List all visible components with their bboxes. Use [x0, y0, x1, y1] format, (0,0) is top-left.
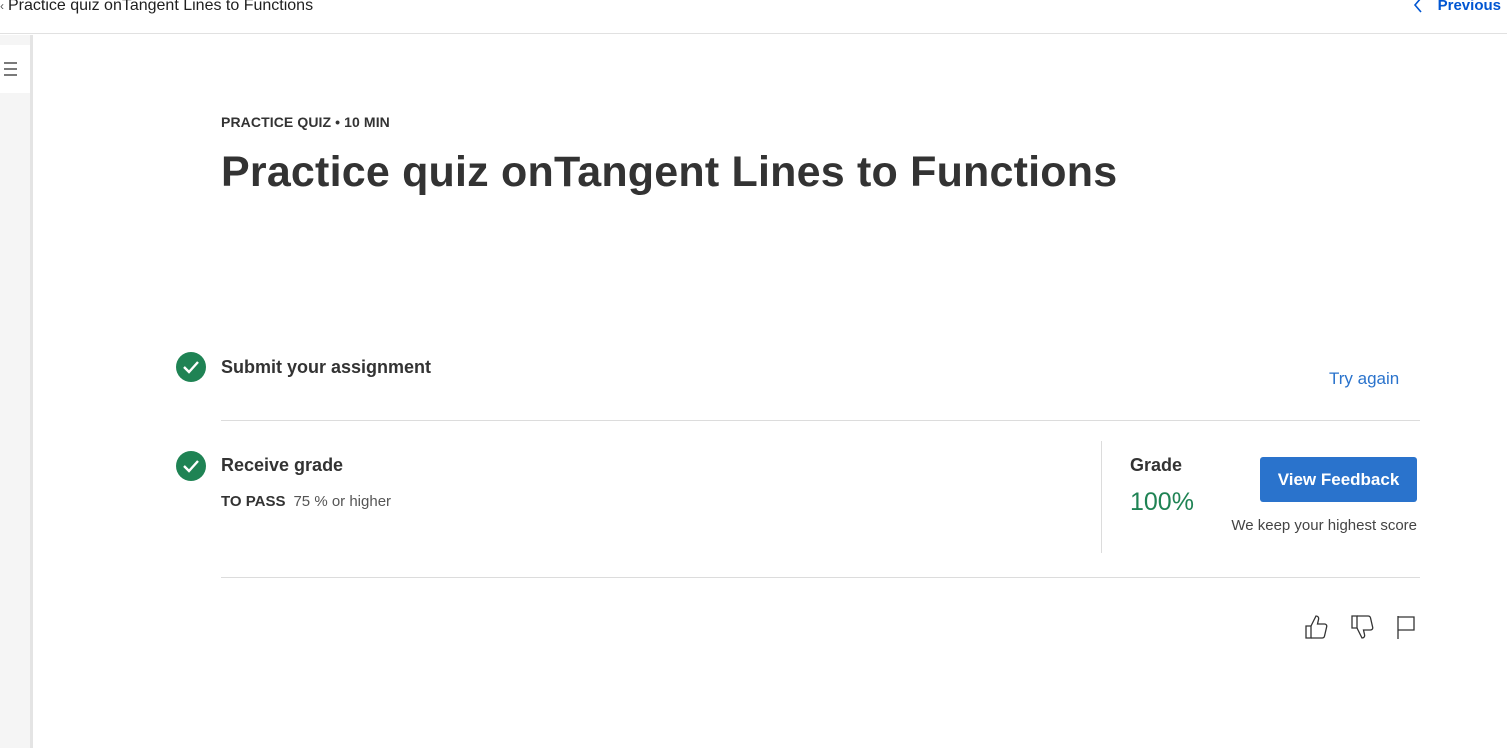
- quiz-meta: PRACTICE QUIZ • 10 MIN: [221, 114, 390, 130]
- previous-label: Previous: [1437, 0, 1501, 14]
- chevron-left-icon: [1413, 0, 1422, 13]
- grade-label: Grade: [1130, 455, 1183, 475]
- submit-step-title: Submit your assignment: [221, 357, 432, 377]
- check-circle-icon: [176, 352, 206, 382]
- to-pass-label: TO PASS: [221, 493, 286, 510]
- receive-grade-title: Receive grade: [221, 455, 344, 475]
- page-title: Practice quiz onTangent Lines to Functio…: [221, 148, 1118, 196]
- thumbs-up-icon[interactable]: [1302, 612, 1330, 642]
- thumbs-down-icon[interactable]: [1348, 612, 1376, 642]
- to-pass-value: 75 % or higher: [293, 493, 392, 510]
- pass-requirement: TO PASS 75 % or higher: [221, 493, 391, 510]
- highest-score-note: We keep your highest score: [1231, 517, 1417, 534]
- flag-icon[interactable]: [1392, 612, 1420, 642]
- breadcrumb-title: Practice quiz onTangent Lines to Functio…: [8, 0, 314, 14]
- view-feedback-button[interactable]: View Feedback: [1260, 457, 1417, 502]
- sidebar: [0, 35, 33, 748]
- vertical-divider: [1101, 441, 1102, 553]
- divider: [221, 420, 1420, 421]
- breadcrumb[interactable]: ‹ Practice quiz onTangent Lines to Funct…: [0, 0, 313, 16]
- check-circle-icon: [176, 451, 206, 481]
- grade-value: 100%: [1130, 488, 1194, 516]
- chevron-left-icon: ‹: [0, 0, 4, 13]
- try-again-link[interactable]: Try again: [1329, 369, 1399, 389]
- top-bar: ‹ Practice quiz onTangent Lines to Funct…: [0, 0, 1507, 34]
- divider: [221, 577, 1420, 578]
- previous-button[interactable]: Previous: [1412, 0, 1501, 14]
- menu-icon: [4, 62, 17, 76]
- menu-toggle-button[interactable]: [0, 45, 30, 93]
